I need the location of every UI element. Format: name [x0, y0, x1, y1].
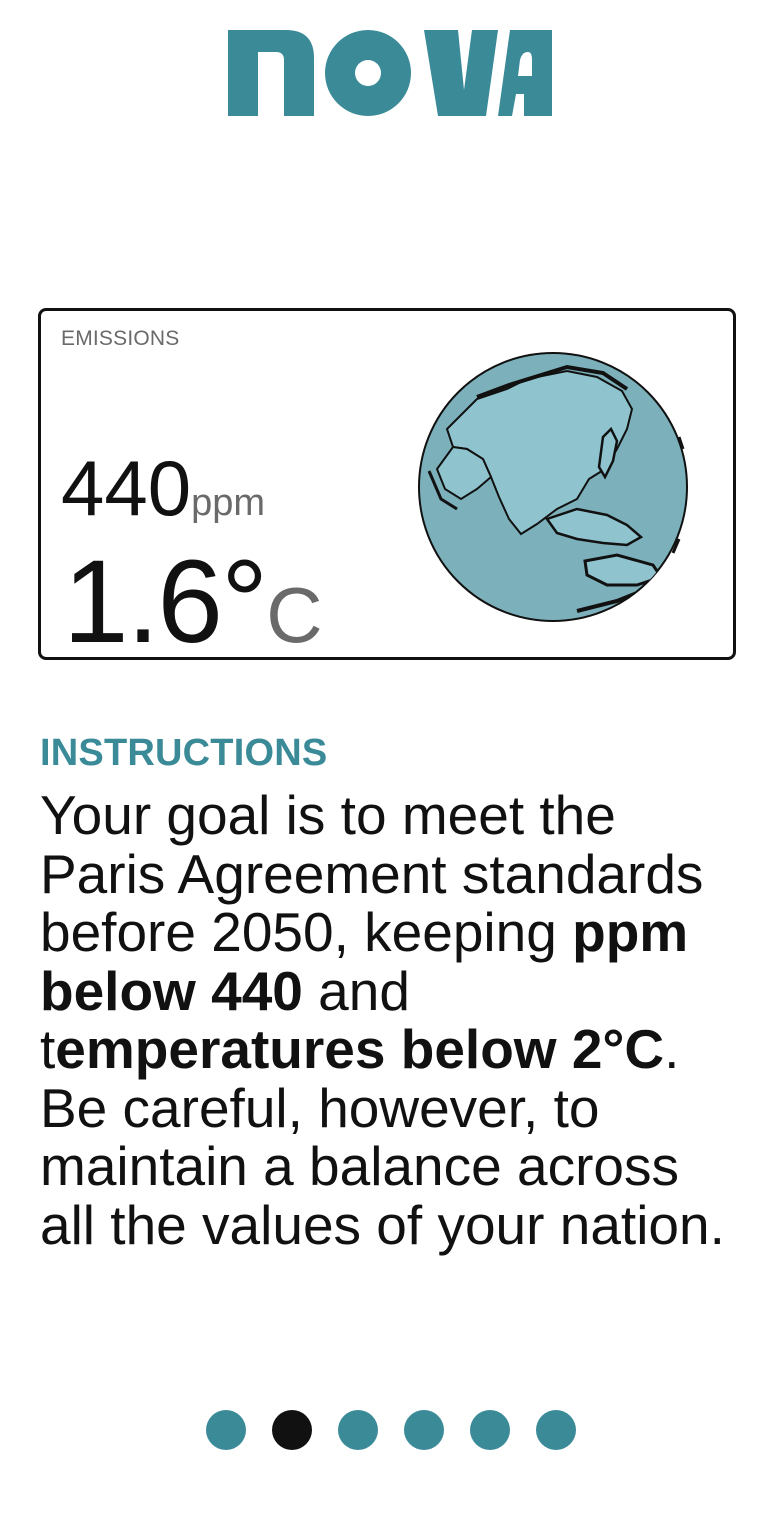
- page-dot-5[interactable]: [470, 1410, 510, 1450]
- instructions-text: Your goal is to meet the Paris Agreement…: [40, 786, 730, 1254]
- instructions-bold-temperature: emperatures below 2°C: [55, 1018, 665, 1080]
- page-dot-3[interactable]: [338, 1410, 378, 1450]
- emissions-label: EMISSIONS: [61, 327, 180, 350]
- emissions-card: EMISSIONS 440ppm 1.6°C: [38, 308, 736, 661]
- instructions-title: INSTRUCTIONS: [40, 732, 328, 774]
- page-dot-2[interactable]: [272, 1410, 312, 1450]
- ppm-value: 440: [61, 444, 192, 532]
- temperature-readout: 1.6°C: [63, 543, 323, 661]
- page-dot-4[interactable]: [404, 1410, 444, 1450]
- nova-logo: [228, 30, 552, 116]
- nova-logo-graphic: [228, 30, 552, 116]
- temperature-value: 1.6°: [63, 536, 268, 668]
- ppm-unit: ppm: [191, 482, 266, 524]
- globe-asia-icon: [417, 349, 689, 625]
- temperature-unit: C: [266, 571, 323, 659]
- ppm-readout: 440ppm: [61, 449, 265, 527]
- pagination-dots: [206, 1410, 576, 1450]
- page-dot-1[interactable]: [206, 1410, 246, 1450]
- page-dot-6[interactable]: [536, 1410, 576, 1450]
